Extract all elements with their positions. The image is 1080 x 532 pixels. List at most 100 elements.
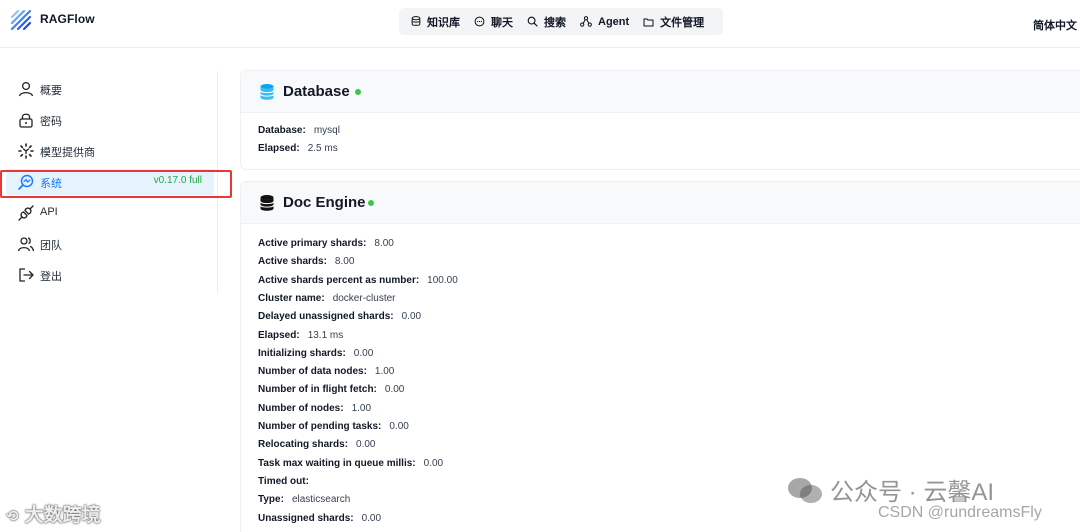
sidebar-item-label: API [40, 206, 58, 218]
row-value: mysql [313, 125, 340, 136]
nav-label: 搜索 [544, 16, 566, 29]
settings-sidebar: 概要 密码 模型提供商 系统 v0.17.0 full API 团队 登出 [0, 71, 218, 293]
info-row: Active primary shards: 8.00 [258, 238, 394, 249]
card-title: Database [283, 83, 350, 100]
info-row: Elapsed: 2.5 ms [258, 143, 338, 154]
row-value: 8.00 [374, 238, 394, 249]
row-key: Task max waiting in queue millis: [258, 457, 416, 469]
database-card: Database Database: mysql Elapsed: 2.5 ms [240, 70, 1080, 170]
app-name[interactable]: RAGFlow [40, 12, 95, 26]
row-value: 100.00 [427, 274, 458, 286]
logout-icon [19, 268, 34, 282]
info-row: Number of data nodes: 1.00 [258, 366, 394, 377]
row-value: 0.00 [353, 347, 374, 359]
info-row: Type: elasticsearch [258, 494, 350, 505]
row-key: Active shards percent as number: [258, 274, 420, 286]
model-icon [18, 143, 34, 159]
row-value: 0.00 [384, 384, 405, 396]
card-header: Doc Engine [241, 182, 1080, 224]
nav-label: 文件管理 [660, 16, 705, 29]
info-row: Number of nodes: 1.00 [258, 403, 371, 414]
ragflow-logo-icon[interactable] [9, 8, 33, 32]
language-selector[interactable]: 简体中文 [1033, 17, 1077, 33]
card-header: Database [241, 71, 1080, 113]
info-row: Cluster name: docker-cluster [258, 293, 396, 304]
nav-agent[interactable]: Agent [573, 11, 636, 32]
row-key: Elapsed: [258, 143, 300, 154]
search-icon [527, 16, 538, 27]
info-row: Delayed unassigned shards: 0.00 [258, 311, 421, 322]
status-indicator [355, 89, 361, 95]
nav-file-management[interactable]: 文件管理 [636, 11, 711, 32]
sidebar-item-password[interactable]: 密码 [0, 107, 218, 133]
info-row: Number of pending tasks: 0.00 [258, 421, 409, 432]
nav-knowledge-base[interactable]: 知识库 [404, 11, 467, 32]
sidebar-item-logout[interactable]: 登出 [0, 262, 218, 288]
sidebar-item-api[interactable]: API [0, 200, 218, 226]
row-value: 2.5 ms [307, 143, 338, 154]
row-value: 0.00 [389, 421, 409, 432]
nav-label: 知识库 [427, 16, 460, 29]
row-value: 0.00 [423, 457, 444, 469]
watermark-text: 公众号 · 云馨AI [830, 479, 995, 506]
database-icon [411, 16, 421, 26]
info-row: Database: mysql [258, 125, 340, 136]
row-key: Database: [258, 125, 306, 136]
sidebar-item-system[interactable]: 系统 v0.17.0 full [6, 169, 214, 195]
sidebar-item-label: 模型提供商 [40, 147, 95, 159]
row-key: Active primary shards: [258, 238, 367, 249]
row-value: 13.1 ms [307, 329, 344, 341]
info-row: Task max waiting in queue millis: 0.00 [258, 458, 443, 469]
card-title: Doc Engine [283, 194, 366, 211]
info-row: Elapsed: 13.1 ms [258, 330, 343, 341]
sidebar-item-label: 登出 [40, 271, 62, 283]
nav-search[interactable]: 搜索 [520, 11, 573, 32]
main-nav: 知识库 聊天 搜索 Agent 文件管理 [399, 8, 723, 35]
lock-icon [19, 113, 33, 128]
sidebar-item-label: 概要 [40, 85, 62, 97]
info-row: Timed out: [258, 476, 317, 487]
chat-icon [474, 16, 485, 27]
info-row: Relocating shards: 0.00 [258, 439, 376, 450]
folder-icon [643, 18, 654, 26]
row-key: Type: [258, 494, 284, 506]
sidebar-item-label: 密码 [40, 116, 62, 128]
nav-chat[interactable]: 聊天 [467, 11, 520, 32]
sidebar-item-team[interactable]: 团队 [0, 231, 218, 257]
nav-label: Agent [598, 15, 630, 28]
info-row: Active shards percent as number: 100.00 [258, 275, 458, 286]
row-value: 0.00 [361, 512, 382, 524]
row-key: Number of in flight fetch: [258, 384, 377, 396]
row-value: 8.00 [334, 256, 355, 268]
info-row: Initializing shards: 0.00 [258, 348, 373, 359]
row-value: 0.00 [401, 311, 422, 323]
row-value: elasticsearch [291, 494, 351, 506]
row-key: Initializing shards: [258, 347, 346, 359]
row-key: Number of data nodes: [258, 366, 367, 378]
sidebar-item-label: 团队 [40, 240, 62, 252]
team-icon [17, 237, 35, 252]
row-value: docker-cluster [332, 292, 396, 304]
row-key: Relocating shards: [258, 439, 349, 451]
info-row: Active shards: 8.00 [258, 256, 354, 267]
plug-icon [18, 205, 34, 221]
database-icon [260, 84, 274, 100]
sidebar-item-label: 系统 [40, 178, 62, 190]
row-key: Unassigned shards: [258, 512, 354, 524]
system-icon [18, 174, 34, 190]
sidebar-item-model-providers[interactable]: 模型提供商 [0, 138, 218, 164]
row-key: Number of pending tasks: [258, 421, 382, 432]
row-key: Delayed unassigned shards: [258, 311, 394, 323]
row-value: 1.00 [351, 402, 372, 414]
agent-icon [580, 16, 592, 27]
row-value: 1.00 [374, 366, 395, 378]
row-key: Elapsed: [258, 329, 300, 341]
watermark-text: 大数跨境 [24, 505, 101, 526]
database-stack-icon [260, 195, 274, 211]
row-key: Active shards: [258, 256, 327, 268]
row-key: Timed out: [258, 475, 309, 487]
user-icon [18, 81, 34, 97]
sidebar-item-overview[interactable]: 概要 [0, 76, 218, 102]
wechat-icon: ⟲ [6, 508, 19, 525]
wechat-icon [788, 478, 822, 503]
